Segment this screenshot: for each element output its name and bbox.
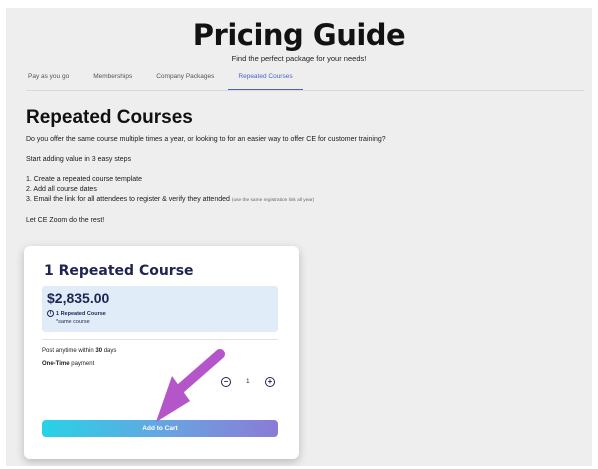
payment-type: One-Time payment	[42, 361, 94, 367]
tab-repeated-courses[interactable]: Repeated Courses	[228, 72, 303, 90]
price-detail-sub: *same course	[56, 319, 90, 325]
page-subtitle: Find the perfect package for your needs!	[231, 54, 367, 63]
info-circle-icon: i	[47, 310, 54, 317]
steps-intro: Start adding value in 3 easy steps	[26, 156, 132, 163]
price-box: $2,835.00 i 1 Repeated Course *same cour…	[42, 286, 278, 332]
tab-bar: Pay as you go Memberships Company Packag…	[28, 72, 327, 90]
minus-circle-icon[interactable]: −	[221, 377, 231, 387]
quantity-value: 1	[246, 378, 250, 385]
section-intro: Do you offer the same course multiple ti…	[26, 136, 386, 143]
add-to-cart-button[interactable]: Add to Cart	[42, 420, 278, 437]
payment-suffix: payment	[69, 361, 95, 367]
card-title: 1 Repeated Course	[44, 263, 194, 279]
page-title: Pricing Guide	[192, 18, 406, 52]
price-detail: 1 Repeated Course	[56, 311, 106, 317]
post-window-suffix: days	[102, 348, 117, 354]
post-window: Post anytime within 30 days	[42, 348, 116, 354]
tab-memberships[interactable]: Memberships	[93, 72, 132, 90]
post-window-prefix: Post anytime within	[42, 348, 96, 354]
step-3-note: (use the same registration link all year…	[231, 198, 315, 203]
step-2: 2. Add all course dates	[26, 186, 97, 193]
step-3: 3. Email the link for all attendees to r…	[26, 196, 314, 203]
step-3-text: 3. Email the link for all attendees to r…	[26, 196, 230, 203]
section-heading: Repeated Courses	[26, 107, 193, 128]
card-divider	[42, 339, 278, 340]
tab-pay-as-you-go[interactable]: Pay as you go	[28, 72, 69, 90]
closing-text: Let CE Zoom do the rest!	[26, 217, 105, 224]
tab-company-packages[interactable]: Company Packages	[156, 72, 214, 90]
plus-circle-icon[interactable]: +	[265, 377, 275, 387]
tab-divider	[26, 90, 584, 91]
payment-type-label: One-Time	[42, 361, 70, 367]
pricing-card: 1 Repeated Course $2,835.00 i 1 Repeated…	[24, 246, 299, 459]
pricing-page: Pricing Guide Find the perfect package f…	[6, 8, 592, 466]
step-1: 1. Create a repeated course template	[26, 176, 142, 183]
price: $2,835.00	[47, 290, 110, 306]
